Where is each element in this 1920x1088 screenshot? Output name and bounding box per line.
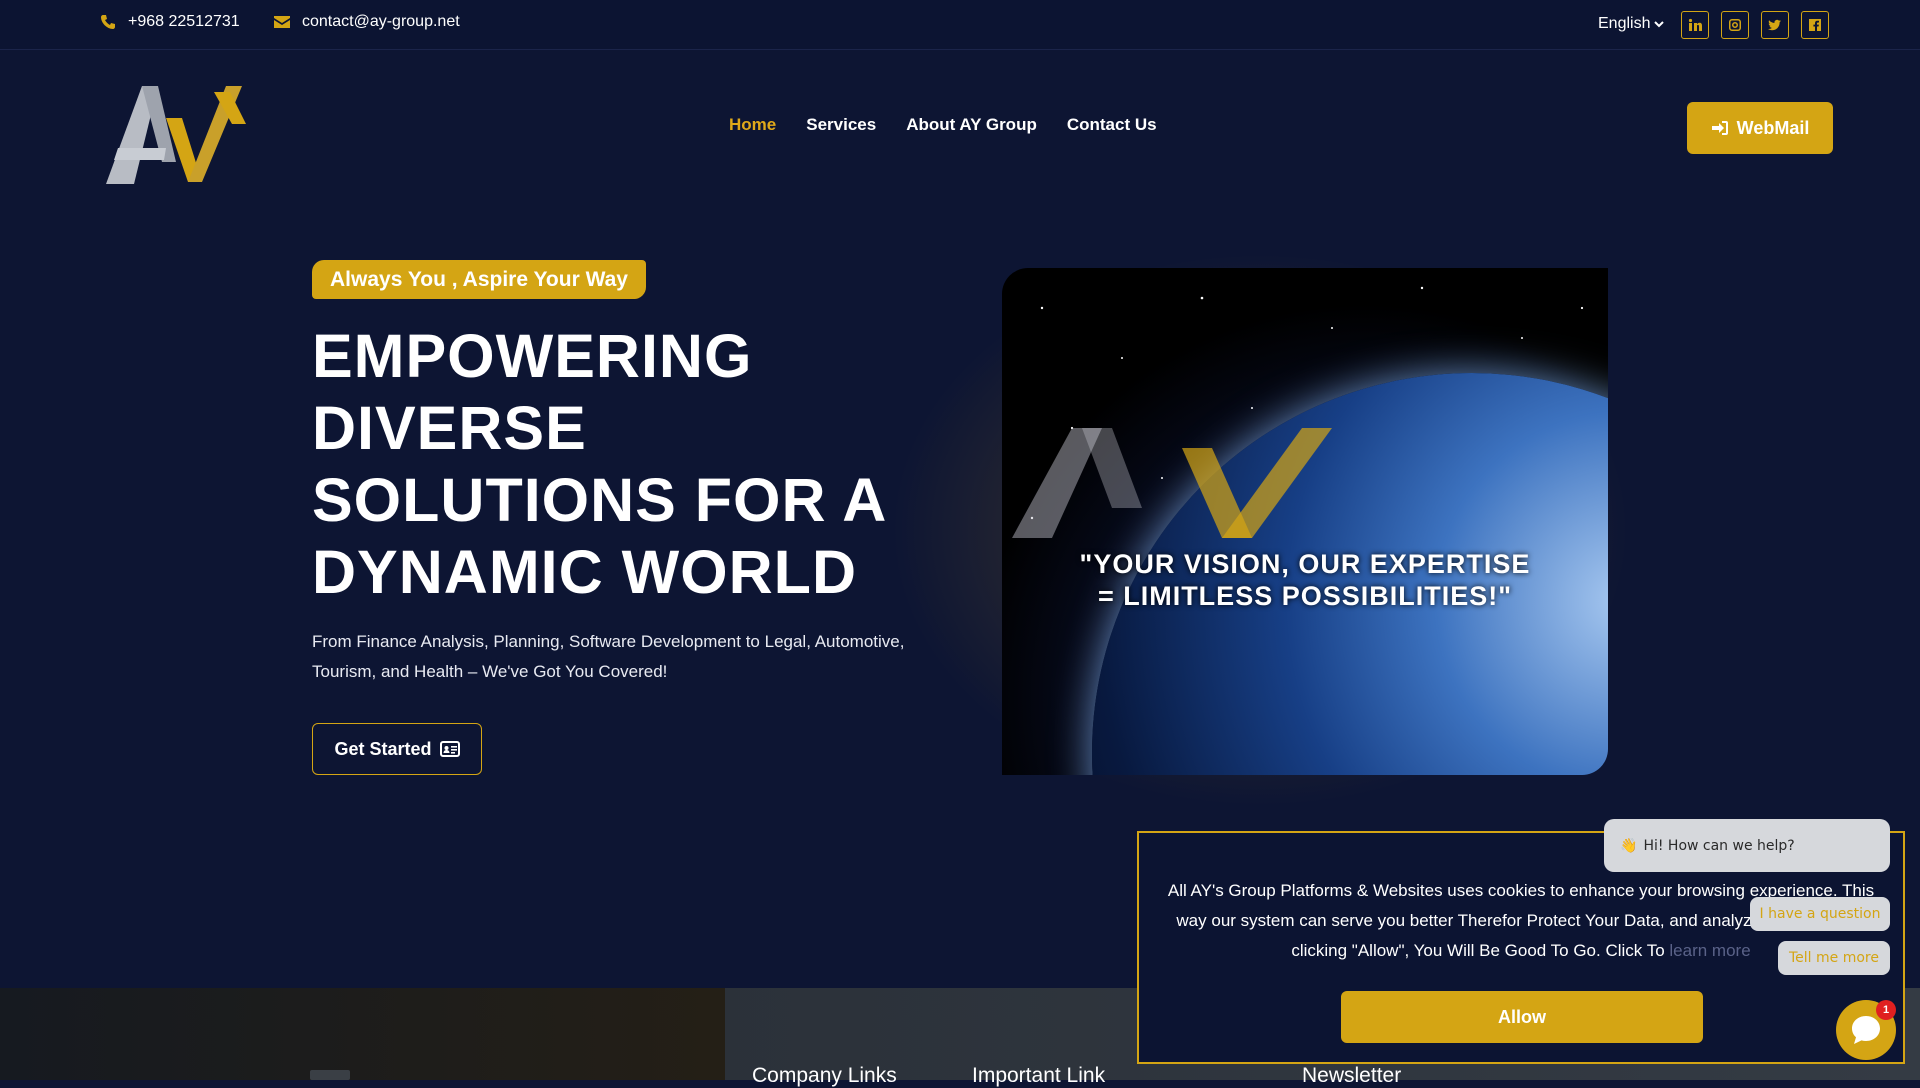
phone-number: +968 22512731 <box>128 13 240 30</box>
phone-icon <box>101 15 115 29</box>
twitter-icon <box>1768 19 1781 31</box>
learn-more-link[interactable]: learn more <box>1669 941 1750 960</box>
hero-headline: EMPOWERING DIVERSE SOLUTIONS FOR A DYNAM… <box>312 322 886 606</box>
webmail-label: WebMail <box>1736 117 1810 138</box>
email-contact[interactable]: contact@ay-group.net <box>274 13 460 31</box>
language-selector[interactable]: English <box>1598 15 1665 33</box>
linkedin-icon <box>1688 18 1702 31</box>
chat-greeting-bubble[interactable]: 👋 Hi! How can we help? <box>1604 819 1890 872</box>
chat-unread-badge: 1 <box>1876 1000 1896 1020</box>
top-bar: +968 22512731 contact@ay-group.net Engli… <box>0 0 1920 50</box>
facebook-icon <box>1809 19 1821 31</box>
get-started-label: Get Started <box>334 738 432 759</box>
language-label: English <box>1598 15 1651 32</box>
footer-company-links-heading: Company Links <box>752 1064 897 1087</box>
phone-contact[interactable]: +968 22512731 <box>100 13 240 31</box>
instagram-icon <box>1729 19 1741 31</box>
footer-left-panel <box>0 988 725 1080</box>
ay-group-logo[interactable] <box>104 82 254 194</box>
nav-home[interactable]: Home <box>729 115 776 135</box>
image-quote: "YOUR VISION, OUR EXPERTISE = LIMITLESS … <box>1002 548 1608 612</box>
logo-mark <box>106 86 246 184</box>
allow-cookies-button[interactable]: Allow <box>1341 991 1703 1043</box>
footer-newsletter-heading: Newsletter <box>1302 1064 1402 1087</box>
hero-subtext: From Finance Analysis, Planning, Softwar… <box>312 632 905 681</box>
watermark-logo <box>1012 428 1332 538</box>
linkedin-link[interactable] <box>1681 11 1709 39</box>
chat-option-question[interactable]: I have a question <box>1750 897 1890 931</box>
nav-about[interactable]: About AY Group <box>906 115 1037 135</box>
footer-important-link-heading: Important Link <box>972 1064 1106 1087</box>
main-nav: Home Services About AY Group Contact Us <box>729 115 1157 135</box>
id-card-icon <box>439 741 460 757</box>
hero-tagline: Always You , Aspire Your Way <box>312 260 646 299</box>
facebook-link[interactable] <box>1801 11 1829 39</box>
wave-icon: 👋 <box>1620 837 1638 854</box>
chat-option-tell-me-more[interactable]: Tell me more <box>1778 941 1890 975</box>
get-started-button[interactable]: Get Started <box>312 723 482 775</box>
image-quote-line2: = LIMITLESS POSSIBILITIES!" <box>1097 581 1513 611</box>
chat-greeting-text: Hi! How can we help? <box>1643 837 1795 854</box>
webmail-button[interactable]: WebMail <box>1687 102 1833 154</box>
image-quote-line1: "YOUR VISION, OUR EXPERTISE <box>1079 549 1531 579</box>
envelope-icon <box>274 16 290 28</box>
chat-icon <box>1852 1016 1880 1044</box>
email-address: contact@ay-group.net <box>302 13 460 30</box>
nav-services[interactable]: Services <box>806 115 876 135</box>
nav-contact[interactable]: Contact Us <box>1067 115 1157 135</box>
chevron-down-icon <box>1654 21 1665 28</box>
footer-faded-text <box>310 1070 350 1080</box>
twitter-link[interactable] <box>1761 11 1789 39</box>
sign-in-icon <box>1711 121 1728 135</box>
instagram-link[interactable] <box>1721 11 1749 39</box>
hero-image: "YOUR VISION, OUR EXPERTISE = LIMITLESS … <box>1002 268 1608 775</box>
